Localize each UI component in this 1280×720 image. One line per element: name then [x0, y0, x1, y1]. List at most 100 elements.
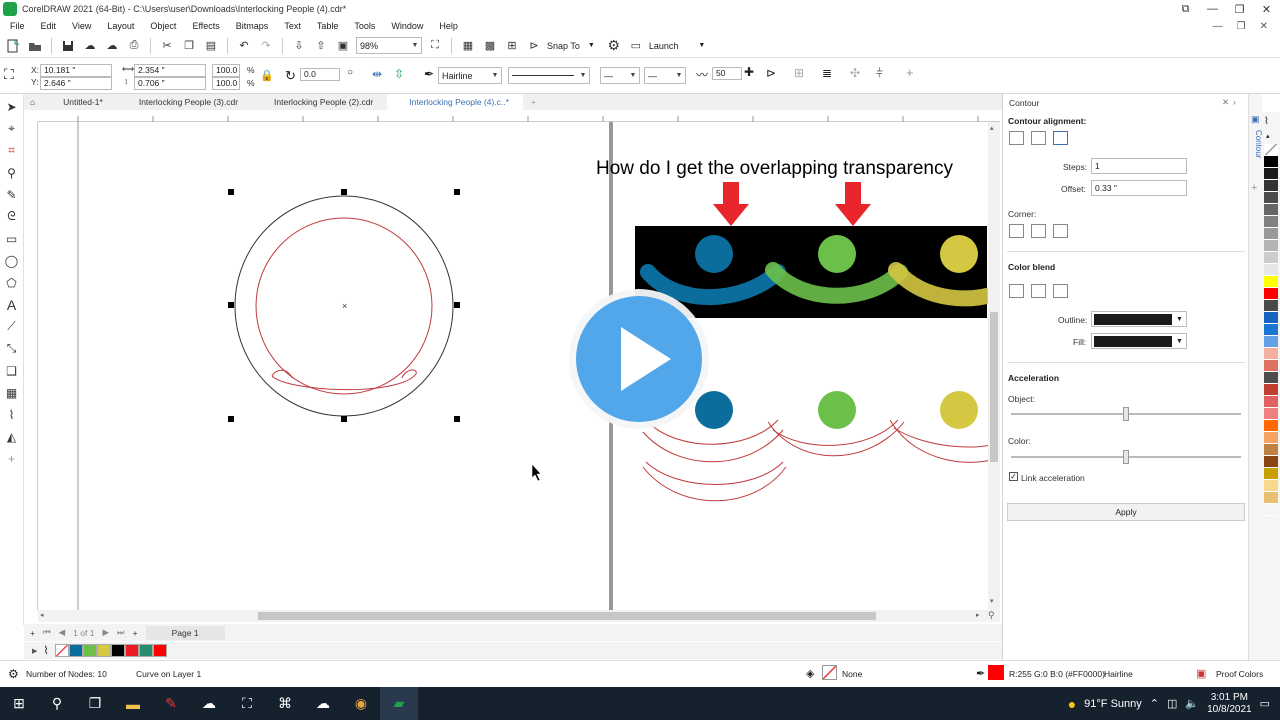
- properties-tab-icon[interactable]: ▣: [1251, 114, 1260, 125]
- palette-swatch[interactable]: [1264, 276, 1278, 288]
- menu-bitmaps[interactable]: Bitmaps: [236, 21, 269, 31]
- interactive-fill-icon[interactable]: ◭: [3, 427, 21, 446]
- lock-ratio-icon[interactable]: 🔒: [260, 69, 274, 82]
- rotation-field[interactable]: 0.0: [300, 68, 340, 81]
- page-tab-1[interactable]: Page 1: [145, 625, 225, 640]
- palette-swatch[interactable]: [1264, 408, 1278, 420]
- close-button[interactable]: ✕: [1253, 3, 1280, 16]
- launch-icon[interactable]: ▭: [627, 37, 645, 55]
- wrap-text-icon[interactable]: ≣: [822, 66, 832, 80]
- palette-swatch[interactable]: [1264, 180, 1278, 192]
- tray-overflow-icon[interactable]: ⌃: [1150, 697, 1159, 710]
- crop-tool-icon[interactable]: ⌗: [3, 141, 21, 160]
- palette-swatch[interactable]: [1264, 312, 1278, 324]
- pick-tool-icon[interactable]: ➤: [3, 97, 21, 116]
- corel-photopaint-icon[interactable]: ☁: [190, 687, 228, 720]
- link-acceleration-checkbox[interactable]: ✓: [1009, 472, 1018, 481]
- close-curve-icon[interactable]: ⊳: [766, 66, 776, 80]
- palette-swatch[interactable]: [1264, 228, 1278, 240]
- red-arc-right-cap[interactable]: [401, 369, 417, 379]
- active-coreldraw-icon[interactable]: ▰: [380, 687, 418, 720]
- zoom-tool-icon[interactable]: ⚲: [3, 163, 21, 182]
- print-icon[interactable]: ⎙: [125, 37, 143, 55]
- x-position-field[interactable]: 10.181 ": [40, 64, 112, 77]
- palette-swatch[interactable]: [1264, 348, 1278, 360]
- palette-swatch[interactable]: [1264, 468, 1278, 480]
- palette-swatch[interactable]: [1264, 372, 1278, 384]
- object-origin-icon[interactable]: ⛶: [4, 66, 14, 83]
- eyedropper-icon[interactable]: ⌇: [3, 405, 21, 424]
- doc-swatch-teal[interactable]: [138, 644, 153, 657]
- reference-image[interactable]: [635, 226, 1000, 318]
- minimize-button[interactable]: —: [1199, 3, 1226, 16]
- new-document-icon[interactable]: [4, 37, 22, 55]
- palette-scroll-up-icon[interactable]: ▴: [1266, 132, 1270, 140]
- scroll-left-icon[interactable]: ◂: [40, 611, 44, 619]
- clock-time[interactable]: 3:01 PM: [1207, 692, 1252, 704]
- add-page-before-icon[interactable]: +: [30, 628, 35, 638]
- palette-swatch[interactable]: [1264, 168, 1278, 180]
- outline-pen-icon[interactable]: ✒: [976, 667, 985, 680]
- contour-outside-icon[interactable]: [1053, 131, 1068, 145]
- previous-page-icon[interactable]: ◀: [59, 627, 66, 638]
- scroll-up-icon[interactable]: ▴: [990, 124, 994, 132]
- docker-collapse-icon[interactable]: ›: [1233, 97, 1236, 107]
- object-acceleration-slider[interactable]: [1011, 407, 1241, 421]
- last-page-icon[interactable]: ⏭: [117, 627, 125, 638]
- snap-nodes-icon[interactable]: ✣: [850, 66, 860, 80]
- save-icon[interactable]: [59, 37, 77, 55]
- full-screen-icon[interactable]: ⛶: [426, 37, 444, 55]
- tab-interlocking-people-4[interactable]: Interlocking People (4).c..*: [387, 94, 523, 110]
- doc-swatch-red[interactable]: [124, 644, 139, 657]
- proof-colors-button[interactable]: Proof Colors: [1216, 669, 1263, 679]
- drawing-canvas[interactable]: × How do I get the overlapping transpare…: [38, 122, 1000, 610]
- chevron-down-icon[interactable]: ▼: [698, 42, 705, 49]
- linear-blend-icon[interactable]: [1009, 284, 1024, 298]
- doc-swatch-yellow[interactable]: [96, 644, 111, 657]
- menu-view[interactable]: View: [72, 21, 91, 31]
- fill-bucket-icon[interactable]: ◈: [806, 667, 814, 680]
- palette-swatch[interactable]: [1264, 252, 1278, 264]
- menu-file[interactable]: File: [10, 21, 25, 31]
- slider-knob[interactable]: [1123, 407, 1129, 421]
- scale-height-field[interactable]: 100.0: [212, 77, 240, 90]
- scroll-down-icon[interactable]: ▾: [990, 597, 994, 605]
- line-style-combo[interactable]: ▼: [508, 67, 590, 84]
- menu-window[interactable]: Window: [391, 21, 423, 31]
- network-icon[interactable]: ◫: [1167, 697, 1177, 710]
- palette-swatch[interactable]: [1264, 480, 1278, 492]
- show-rulers-icon[interactable]: ▦: [459, 37, 477, 55]
- chrome-icon[interactable]: ◉: [342, 687, 380, 720]
- add-docker-icon[interactable]: +: [1251, 182, 1257, 194]
- palette-swatch[interactable]: [1264, 360, 1278, 372]
- menu-table[interactable]: Table: [317, 21, 339, 31]
- home-tab-icon[interactable]: ⌂: [24, 94, 41, 110]
- palette-swatch[interactable]: [1264, 420, 1278, 432]
- restore-window-icon[interactable]: ⧉: [1172, 3, 1199, 16]
- zoom-navigator-icon[interactable]: ⚲: [988, 610, 995, 621]
- fill-color-picker[interactable]: ▼: [1091, 333, 1187, 349]
- rectangle-tool-icon[interactable]: ▭: [3, 229, 21, 248]
- doc-restore-button[interactable]: ❐: [1237, 21, 1246, 32]
- maximize-button[interactable]: ❐: [1226, 3, 1253, 16]
- doc-swatch-bright-red[interactable]: [152, 644, 167, 657]
- export-icon[interactable]: ⇧: [312, 37, 330, 55]
- weather-icon[interactable]: ●: [1068, 696, 1076, 712]
- gear-icon[interactable]: ⚙: [8, 667, 19, 681]
- corner-round-icon[interactable]: [1031, 224, 1046, 238]
- plus-icon[interactable]: ✚: [744, 65, 754, 79]
- chevron-down-icon[interactable]: ▼: [588, 42, 595, 49]
- doc-minimize-button[interactable]: —: [1213, 21, 1223, 32]
- proof-colors-icon[interactable]: ▣: [1196, 667, 1206, 680]
- zoom-level-combo[interactable]: 98% ▼: [356, 37, 422, 54]
- scroll-right-icon[interactable]: ▸: [976, 611, 980, 619]
- search-icon[interactable]: ⚲: [38, 687, 76, 720]
- vertical-ruler[interactable]: [24, 122, 38, 610]
- contour-side-tab[interactable]: Contour: [1249, 130, 1263, 158]
- corel-capture-icon[interactable]: ⌘: [266, 687, 304, 720]
- offset-field[interactable]: 0.33 ": [1091, 180, 1187, 196]
- palette-swatch[interactable]: [1264, 288, 1278, 300]
- launch-button[interactable]: Launch: [649, 41, 679, 51]
- palette-swatch[interactable]: [1264, 216, 1278, 228]
- palette-swatch[interactable]: [1264, 300, 1278, 312]
